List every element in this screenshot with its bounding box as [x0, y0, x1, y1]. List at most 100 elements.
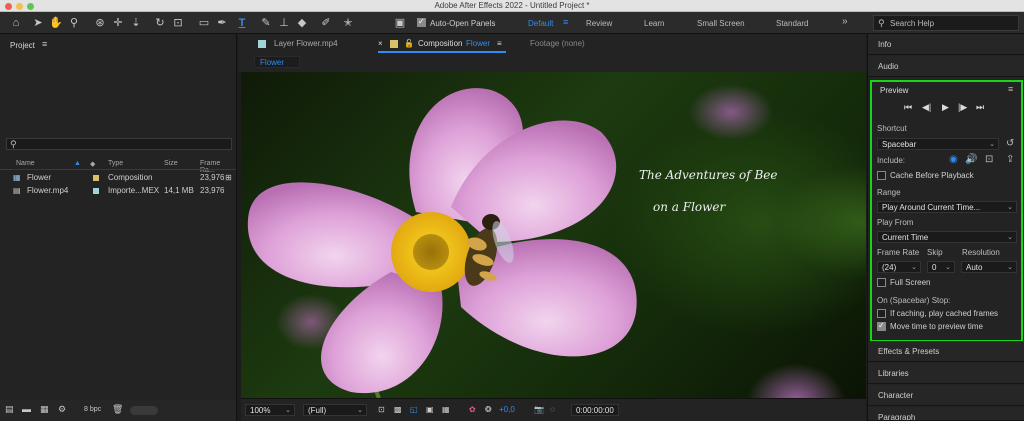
thumbnail-slider[interactable] [130, 406, 158, 415]
if-caching-checkbox[interactable] [877, 309, 886, 318]
snapshot-camera-icon[interactable]: 📷 [534, 405, 544, 414]
label-color-swatch[interactable] [93, 175, 99, 181]
roto-brush-tool-icon[interactable]: ✐ [318, 15, 334, 31]
selection-tool-icon[interactable]: ➤ [30, 15, 46, 31]
export-icon[interactable]: ⇪ [1006, 154, 1014, 165]
type-tool-icon[interactable]: T [234, 15, 250, 31]
workspace-review[interactable]: Review [586, 19, 612, 28]
search-help-field[interactable]: ⚲ Search Help [873, 15, 1019, 31]
preview-resolution-dropdown[interactable]: Auto ⌄ [961, 261, 1017, 273]
orbit-camera-icon[interactable]: ⊛ [92, 15, 108, 31]
search-icon: ⚲ [878, 18, 885, 28]
libraries-panel-header[interactable]: Libraries [868, 363, 1024, 384]
skip-dropdown[interactable]: 0 ⌄ [927, 261, 955, 273]
next-frame-icon[interactable]: |▶ [958, 102, 967, 113]
workspace-learn[interactable]: Learn [644, 19, 664, 28]
tab-layer[interactable]: Layer Flower.mp4 [274, 39, 338, 48]
last-frame-icon[interactable]: ⏭ [976, 102, 984, 113]
pan-camera-icon[interactable]: ✛ [110, 15, 126, 31]
interpret-footage-icon[interactable]: ▤ [5, 404, 14, 415]
eraser-tool-icon[interactable]: ◆ [294, 15, 310, 31]
include-video-icon[interactable]: ◉ [949, 154, 958, 165]
shortcut-dropdown[interactable]: Spacebar ⌄ [877, 138, 999, 150]
project-settings-icon[interactable]: ⚙ [58, 404, 66, 415]
paragraph-panel-header[interactable]: Paragraph [868, 407, 1024, 421]
panel-menu-icon[interactable]: ≡ [1008, 84, 1013, 94]
home-icon[interactable]: ⌂ [8, 15, 24, 31]
cache-before-playback-checkbox[interactable] [877, 171, 886, 180]
info-panel-header[interactable]: Info [868, 34, 1024, 55]
reset-icon[interactable]: ↺ [1006, 138, 1014, 149]
play-from-value: Current Time [882, 233, 929, 242]
comp-breadcrumb[interactable]: Flower [254, 56, 300, 68]
audio-panel-header[interactable]: Audio [868, 56, 1024, 77]
new-composition-icon[interactable]: ▦ [40, 404, 49, 415]
chevron-down-icon: ⌄ [945, 264, 951, 271]
workspace-overflow-icon[interactable]: » [842, 16, 848, 27]
frame-rate-dropdown[interactable]: (24) ⌄ [877, 261, 921, 273]
move-time-checkbox[interactable] [877, 321, 886, 331]
composition-viewer[interactable]: The Adventures of Bee on a Flower [241, 72, 866, 398]
range-dropdown[interactable]: Play Around Current Time... ⌄ [877, 201, 1017, 213]
effects-presets-panel-header[interactable]: Effects & Presets [868, 341, 1024, 362]
workspace-default[interactable]: Default [528, 19, 553, 28]
save-icon[interactable]: ▣ [392, 15, 408, 31]
shortcut-value: Spacebar [882, 140, 917, 149]
mask-path-visibility-icon[interactable]: ◱ [410, 405, 418, 414]
include-audio-icon[interactable]: 🔊 [965, 154, 977, 165]
region-of-interest-icon[interactable]: ⊡ [378, 405, 385, 414]
project-search-input[interactable]: ⚲ [6, 138, 232, 150]
3d-view-icon[interactable]: ▦ [442, 405, 450, 414]
rotation-tool-icon[interactable]: ↻ [152, 15, 168, 31]
pen-tool-icon[interactable]: ✒ [214, 15, 230, 31]
pan-behind-tool-icon[interactable]: ⊡ [170, 15, 186, 31]
magnification-dropdown[interactable]: 100% ⌄ [245, 404, 295, 416]
column-name[interactable]: Name [16, 160, 35, 167]
previous-frame-icon[interactable]: ◀| [922, 102, 931, 113]
bpc-toggle[interactable]: 8 bpc [84, 406, 101, 413]
label-color-swatch[interactable] [93, 188, 99, 194]
column-type[interactable]: Type [108, 160, 123, 167]
color-channels-icon[interactable]: ✿ [469, 405, 476, 414]
panel-menu-icon[interactable]: ≡ [42, 39, 47, 49]
play-from-dropdown[interactable]: Current Time ⌄ [877, 231, 1017, 243]
brush-tool-icon[interactable]: ✎ [258, 15, 274, 31]
resolution-dropdown[interactable]: (Full) ⌄ [303, 404, 367, 416]
tab-footage[interactable]: Footage (none) [530, 39, 585, 48]
puppet-pin-tool-icon[interactable]: ✭ [340, 15, 356, 31]
zoom-tool-icon[interactable]: ⚲ [66, 15, 82, 31]
close-tab-icon[interactable]: × [378, 39, 383, 48]
timecode-field[interactable]: 0:00:00:00 [571, 404, 619, 416]
tab-composition-name[interactable]: Flower [466, 39, 490, 48]
guides-icon[interactable]: ▣ [426, 405, 434, 414]
lock-icon[interactable]: 🔓 [404, 39, 414, 48]
show-snapshot-icon[interactable]: ◌ [550, 405, 555, 414]
hand-tool-icon[interactable]: ✋ [48, 15, 64, 31]
tab-menu-icon[interactable]: ≡ [497, 39, 502, 48]
trash-icon[interactable]: 🗑 [112, 404, 123, 415]
dolly-camera-icon[interactable]: ⇣ [128, 15, 144, 31]
character-panel-header[interactable]: Character [868, 385, 1024, 406]
color-management-icon[interactable]: ❂ [485, 405, 492, 414]
include-overlays-icon[interactable]: ⊡ [985, 154, 993, 165]
auto-open-panels-checkbox[interactable] [417, 17, 426, 27]
table-row[interactable]: ▦ Flower Composition 23,976 ⊞ [0, 172, 236, 184]
sort-ascending-icon[interactable]: ▲ [74, 160, 81, 167]
workspace-standard[interactable]: Standard [776, 19, 808, 28]
label-tag-icon[interactable]: ◆ [90, 160, 95, 168]
table-row[interactable]: ▤ Flower.mp4 Importe...MEX 14,1 MB 23,97… [0, 185, 236, 197]
new-folder-icon[interactable]: ▬ [22, 404, 31, 414]
search-icon: ⚲ [10, 139, 17, 149]
first-frame-icon[interactable]: ⏮ [904, 102, 912, 113]
rectangle-tool-icon[interactable]: ▭ [196, 15, 212, 31]
full-screen-checkbox[interactable] [877, 278, 886, 287]
column-size[interactable]: Size [164, 160, 178, 167]
tab-composition-prefix[interactable]: Composition [418, 39, 462, 48]
workspace-menu-icon[interactable]: ≡ [563, 17, 568, 27]
exposure-value[interactable]: +0,0 [499, 405, 515, 414]
transparency-grid-icon[interactable]: ▩ [394, 405, 402, 414]
clone-stamp-tool-icon[interactable]: ⊥ [276, 15, 292, 31]
flowchart-icon[interactable]: ⊞ [225, 173, 232, 182]
play-icon[interactable]: ▶ [942, 102, 949, 113]
workspace-small-screen[interactable]: Small Screen [697, 19, 745, 28]
